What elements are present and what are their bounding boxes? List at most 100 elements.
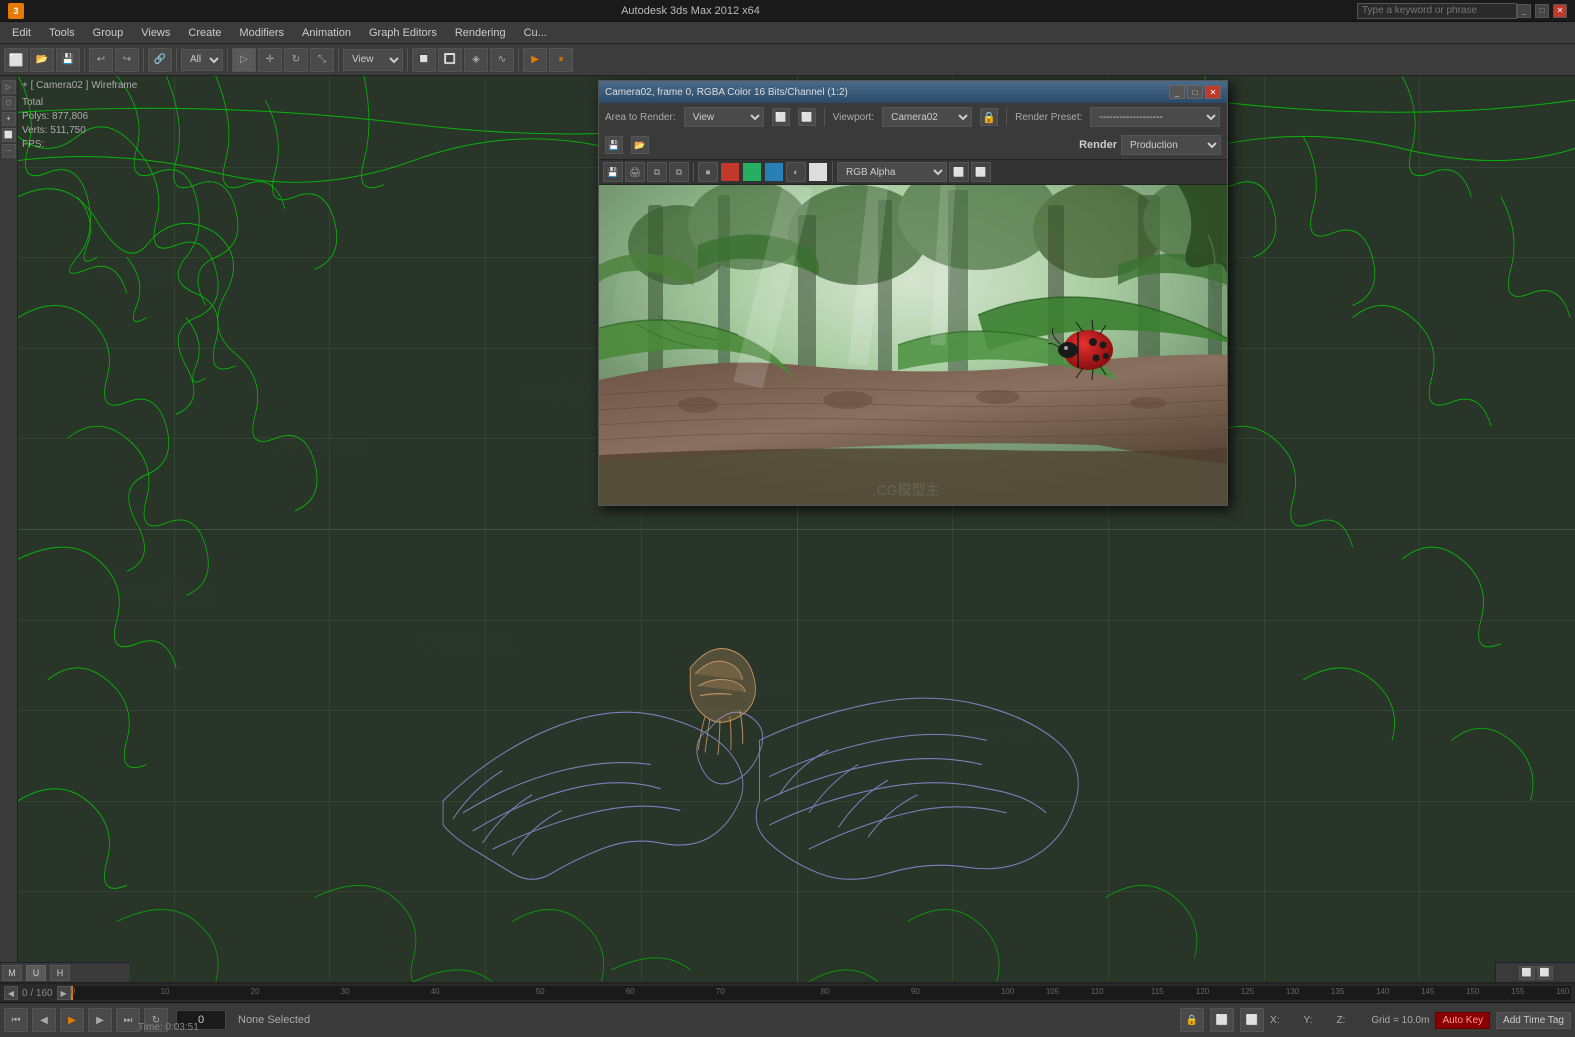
render-copy-btn[interactable]: ⧉ bbox=[647, 162, 667, 182]
stats-fps: FPS: bbox=[22, 138, 88, 152]
auto-key-button[interactable]: Auto Key bbox=[1435, 1012, 1490, 1029]
toolbar-curve[interactable]: ∿ bbox=[490, 48, 514, 72]
menu-tools[interactable]: Tools bbox=[41, 25, 83, 41]
toolbar-material[interactable]: ◈ bbox=[464, 48, 488, 72]
grid-line bbox=[174, 76, 175, 982]
timeline-scroll-right[interactable]: ▶ bbox=[57, 986, 71, 1000]
menu-graph-editors[interactable]: Graph Editors bbox=[361, 25, 445, 41]
toolbar-select[interactable]: ▷ bbox=[232, 48, 256, 72]
render-maximize-button[interactable]: □ bbox=[1187, 85, 1203, 99]
toolbar-render[interactable]: 🔲 bbox=[412, 48, 436, 72]
toolbar-anim2[interactable]: ⏸ bbox=[549, 48, 573, 72]
watermark-1: CG模型主 bbox=[98, 256, 197, 288]
render-clone-btn[interactable]: ⧉ bbox=[669, 162, 689, 182]
render-window-title: Camera02, frame 0, RGBA Color 16 Bits/Ch… bbox=[605, 87, 1169, 98]
title-bar: 3 Autodesk 3ds Max 2012 x64 _ □ ✕ bbox=[0, 0, 1575, 22]
channel-option-1[interactable]: ⬜ bbox=[949, 162, 969, 182]
toolbar-undo[interactable]: ↩ bbox=[89, 48, 113, 72]
polys-value: 877,806 bbox=[52, 111, 88, 122]
menu-group[interactable]: Group bbox=[85, 25, 132, 41]
viewport-dropdown[interactable]: Camera02 bbox=[882, 107, 972, 127]
timeline[interactable]: ◀ 0 / 160 ▶ 0 10 20 30 40 50 60 70 80 90… bbox=[0, 984, 1575, 1003]
menu-create[interactable]: Create bbox=[180, 25, 229, 41]
menu-animation[interactable]: Animation bbox=[294, 25, 359, 41]
toolbar-open[interactable]: 📂 bbox=[30, 48, 54, 72]
search-input[interactable] bbox=[1357, 3, 1517, 19]
render-preset-dropdown[interactable]: ------------------- bbox=[1090, 107, 1220, 127]
watermark-7: CGM0MX0 bbox=[968, 726, 1047, 744]
render-close-button[interactable]: ✕ bbox=[1205, 85, 1221, 99]
lt-btn-4[interactable]: ⬜ bbox=[2, 128, 16, 142]
time-display: Time: 0:03:51 bbox=[130, 1017, 207, 1037]
toolbar-sep-4 bbox=[227, 48, 228, 72]
status-lock-btn[interactable]: 🔒 bbox=[1180, 1008, 1204, 1032]
status-options-btn[interactable]: ⬜ bbox=[1210, 1008, 1234, 1032]
render-window-titlebar: Camera02, frame 0, RGBA Color 16 Bits/Ch… bbox=[599, 81, 1227, 103]
toolbar-scale[interactable]: ⤡ bbox=[310, 48, 334, 72]
render-preset-load[interactable]: 📂 bbox=[631, 136, 649, 154]
bottom-corner-buttons: ⬜ ⬜ bbox=[1495, 962, 1575, 982]
play-next-btn[interactable]: ▶ bbox=[88, 1008, 112, 1032]
render-pause-btn[interactable]: ⏹ bbox=[698, 162, 718, 182]
channel-green-btn[interactable] bbox=[742, 162, 762, 182]
render-lock-1[interactable]: ⬜ bbox=[772, 108, 790, 126]
play-prev-btn[interactable]: ◀ bbox=[32, 1008, 56, 1032]
lt-btn-3[interactable]: ✦ bbox=[2, 112, 16, 126]
minimize-button[interactable]: _ bbox=[1517, 4, 1531, 18]
render-minimize-button[interactable]: _ bbox=[1169, 85, 1185, 99]
render-preset-save[interactable]: 💾 bbox=[605, 136, 623, 154]
render-type-dropdown[interactable]: Production bbox=[1121, 135, 1221, 155]
menu-customize[interactable]: Cu... bbox=[516, 25, 555, 41]
selection-filter-dropdown[interactable]: All bbox=[181, 49, 223, 71]
channel-alpha-btn[interactable] bbox=[808, 162, 828, 182]
area-to-render-dropdown[interactable]: View bbox=[684, 107, 764, 127]
tab-hierarchy[interactable]: H bbox=[50, 965, 70, 981]
tab-utilities[interactable]: U bbox=[26, 965, 46, 981]
maximize-button[interactable]: □ bbox=[1535, 4, 1549, 18]
play-btn[interactable]: ▶ bbox=[60, 1008, 84, 1032]
toolbar-save[interactable]: 💾 bbox=[56, 48, 80, 72]
lt-btn-5[interactable]: ⋯ bbox=[2, 144, 16, 158]
toolbar-render2[interactable]: 🔳 bbox=[438, 48, 462, 72]
channel-blue-btn[interactable] bbox=[764, 162, 784, 182]
toolbar-new[interactable]: ⬜ bbox=[4, 48, 28, 72]
toolbar-redo[interactable]: ↪ bbox=[115, 48, 139, 72]
play-start-btn[interactable]: ⏮ bbox=[4, 1008, 28, 1032]
render-print-btn[interactable]: 🖨 bbox=[625, 162, 645, 182]
menu-modifiers[interactable]: Modifiers bbox=[231, 25, 292, 41]
corner-btn-2[interactable]: ⬜ bbox=[1537, 966, 1553, 980]
render-save-btn[interactable]: 💾 bbox=[603, 162, 623, 182]
toolbar-sep-5 bbox=[338, 48, 339, 72]
timeline-scroll-left[interactable]: ◀ bbox=[4, 986, 18, 1000]
menu-edit[interactable]: Edit bbox=[4, 25, 39, 41]
lt-btn-1[interactable]: ▷ bbox=[2, 80, 16, 94]
view-dropdown[interactable]: View bbox=[343, 49, 403, 71]
menu-bar: Edit Tools Group Views Create Modifiers … bbox=[0, 22, 1575, 44]
render-monochrome-btn[interactable]: ◐ bbox=[786, 162, 806, 182]
main-viewport[interactable]: CG模型主 CG模型主 CG模型主 CG模型主 CG模型主 CG模型主 CGM0… bbox=[18, 76, 1575, 982]
render-preset-label: Render Preset: bbox=[1015, 112, 1082, 123]
toolbar-anim1[interactable]: ▶ bbox=[523, 48, 547, 72]
render-lock-2[interactable]: ⬜ bbox=[798, 108, 816, 126]
grid-display: Grid = 10.0m bbox=[1371, 1015, 1429, 1026]
menu-views[interactable]: Views bbox=[133, 25, 178, 41]
tab-motion[interactable]: M bbox=[2, 965, 22, 981]
status-animate-btn[interactable]: ⬜ bbox=[1240, 1008, 1264, 1032]
toolbar-move[interactable]: ✛ bbox=[258, 48, 282, 72]
channel-red-btn[interactable] bbox=[720, 162, 740, 182]
timeline-bar[interactable]: 0 10 20 30 40 50 60 70 80 90 100 105 110… bbox=[71, 986, 1571, 1000]
channel-option-2[interactable]: ⬜ bbox=[971, 162, 991, 182]
toolbar-rotate[interactable]: ↻ bbox=[284, 48, 308, 72]
channel-dropdown[interactable]: RGB Alpha Alpha Red Green Blue bbox=[837, 162, 947, 182]
set-key-button[interactable]: Add Time Tag bbox=[1496, 1012, 1571, 1029]
menu-rendering[interactable]: Rendering bbox=[447, 25, 514, 41]
stats-total: Total bbox=[22, 96, 88, 110]
render-image: CG模型主 bbox=[599, 185, 1227, 505]
close-button[interactable]: ✕ bbox=[1553, 4, 1567, 18]
corner-btn-1[interactable]: ⬜ bbox=[1519, 966, 1535, 980]
watermark-5: CG模型主 bbox=[418, 626, 517, 658]
toolbar-sep-2 bbox=[143, 48, 144, 72]
toolbar-link[interactable]: 🔗 bbox=[148, 48, 172, 72]
viewport-lock-button[interactable]: 🔒 bbox=[980, 108, 998, 126]
lt-btn-2[interactable]: ⬡ bbox=[2, 96, 16, 110]
